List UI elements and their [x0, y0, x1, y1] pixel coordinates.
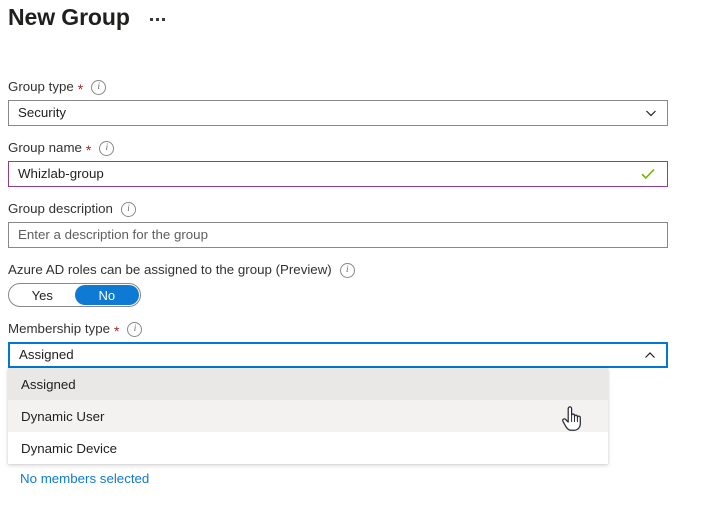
field-membership-type: Membership type * i Assigned Assigned Dy… — [8, 320, 668, 368]
chevron-up-icon — [644, 349, 656, 361]
group-type-value: Security — [9, 104, 66, 122]
group-name-input[interactable]: Whizlab-group — [8, 161, 668, 187]
group-name-label-text: Group name — [8, 139, 82, 157]
checkmark-icon — [641, 168, 655, 180]
group-description-label: Group description i — [8, 200, 668, 218]
info-icon[interactable]: i — [127, 322, 142, 337]
page-title: New Group — [8, 2, 130, 32]
field-azure-ad-roles: Azure AD roles can be assigned to the gr… — [8, 261, 668, 307]
field-group-description: Group description i Enter a description … — [8, 200, 668, 248]
page-header: New Group — [8, 2, 169, 32]
group-type-label-text: Group type — [8, 78, 74, 96]
membership-type-value: Assigned — [10, 346, 74, 364]
new-group-form: Group type * i Security Group name * i W… — [8, 78, 668, 381]
field-group-name: Group name * i Whizlab-group — [8, 139, 668, 187]
info-icon[interactable]: i — [91, 80, 106, 95]
azure-ad-roles-label-text: Azure AD roles can be assigned to the gr… — [8, 261, 332, 279]
group-description-label-text: Group description — [8, 200, 113, 218]
info-icon[interactable]: i — [121, 202, 136, 217]
dropdown-option-assigned[interactable]: Assigned — [8, 368, 608, 400]
azure-ad-roles-label: Azure AD roles can be assigned to the gr… — [8, 261, 668, 279]
membership-type-label-text: Membership type — [8, 320, 110, 338]
ellipsis-horizontal-icon — [150, 18, 153, 21]
group-description-placeholder: Enter a description for the group — [9, 226, 208, 244]
membership-type-select[interactable]: Assigned — [8, 342, 668, 368]
chevron-down-icon — [645, 107, 657, 119]
group-name-value: Whizlab-group — [9, 165, 104, 183]
toggle-option-yes[interactable]: Yes — [10, 285, 75, 305]
ellipsis-horizontal-icon — [156, 18, 159, 21]
membership-type-label: Membership type * i — [8, 320, 668, 338]
required-asterisk: * — [86, 143, 91, 157]
membership-type-options-list: Assigned Dynamic User Dynamic Device — [8, 368, 608, 464]
membership-type-dropdown: Assigned Assigned Dynamic User Dynamic D… — [8, 342, 668, 368]
ellipsis-horizontal-icon — [162, 18, 165, 21]
dropdown-option-dynamic-user[interactable]: Dynamic User — [8, 400, 608, 432]
group-type-select[interactable]: Security — [8, 100, 668, 126]
field-group-type: Group type * i Security — [8, 78, 668, 126]
group-type-label: Group type * i — [8, 78, 668, 96]
info-icon[interactable]: i — [340, 263, 355, 278]
group-description-input[interactable]: Enter a description for the group — [8, 222, 668, 248]
toggle-option-no[interactable]: No — [75, 285, 140, 305]
required-asterisk: * — [114, 324, 119, 338]
group-name-label: Group name * i — [8, 139, 668, 157]
azure-ad-roles-toggle[interactable]: Yes No — [8, 283, 141, 307]
more-options-button[interactable] — [146, 12, 169, 23]
required-asterisk: * — [78, 82, 83, 96]
no-members-selected-link[interactable]: No members selected — [20, 470, 149, 488]
info-icon[interactable]: i — [99, 141, 114, 156]
dropdown-option-dynamic-device[interactable]: Dynamic Device — [8, 432, 608, 464]
